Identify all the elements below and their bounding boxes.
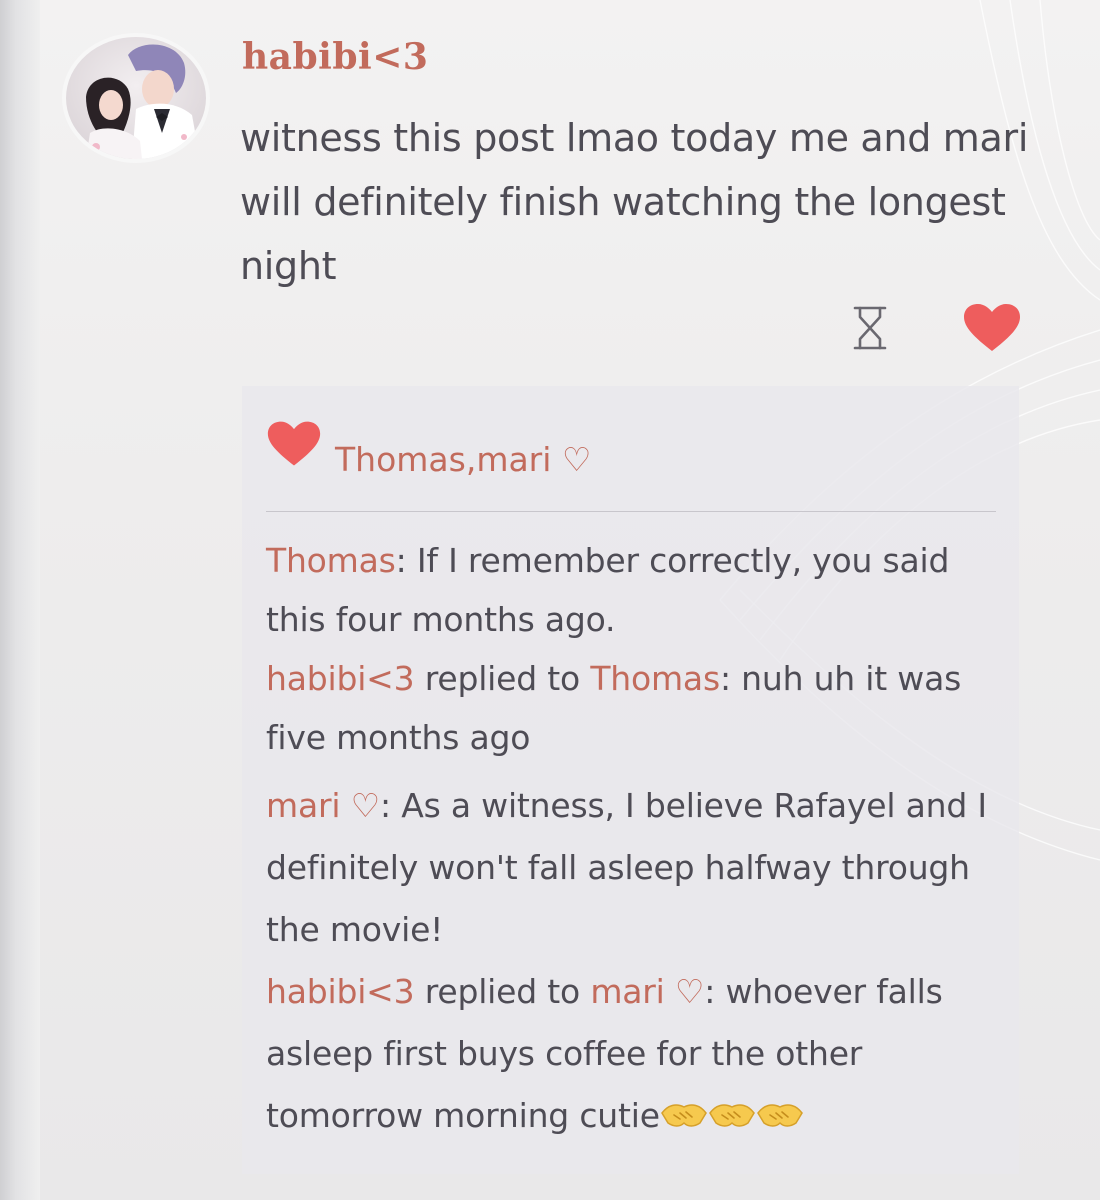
author-avatar[interactable]: [66, 37, 206, 159]
reply-target[interactable]: Thomas: [590, 659, 720, 698]
comment-author[interactable]: habibi<3: [266, 659, 415, 698]
comment-author[interactable]: habibi<3: [266, 972, 415, 1011]
hourglass-icon[interactable]: [853, 305, 887, 351]
comment-separator: :: [379, 786, 402, 825]
reply-target[interactable]: mari ♡: [590, 972, 704, 1011]
handshake-icon: [756, 1104, 803, 1127]
comment-separator: :: [704, 972, 726, 1011]
comment-item[interactable]: Thomas: If I remember correctly, you sai…: [266, 531, 1006, 649]
reply-label: replied to: [414, 972, 591, 1011]
window-edge: [0, 0, 40, 1200]
reply-label: replied to: [414, 659, 591, 698]
comment-separator: :: [395, 541, 417, 580]
comment-author[interactable]: Thomas: [266, 541, 396, 580]
likes-names[interactable]: Thomas,mari ♡: [335, 440, 592, 480]
handshake-icon: [660, 1104, 707, 1127]
comment-item[interactable]: habibi<3 replied to mari ♡: whoever fall…: [266, 961, 1006, 1147]
comment-item[interactable]: habibi<3 replied to Thomas: nuh uh it wa…: [266, 649, 1006, 767]
post-text: witness this post lmao today me and mari…: [240, 116, 1029, 288]
comment-separator: :: [719, 659, 742, 698]
comment-author[interactable]: mari ♡: [266, 786, 380, 825]
comment-item[interactable]: mari ♡: As a witness, I believe Rafayel …: [266, 775, 1006, 961]
comments-panel: Thomas,mari ♡ Thomas: If I remember corr…: [242, 386, 1019, 1174]
heart-icon[interactable]: [962, 303, 1022, 353]
handshake-icon: [708, 1104, 755, 1127]
heart-icon: [267, 421, 321, 466]
divider: [266, 511, 996, 512]
emoji-group: [660, 1096, 804, 1135]
comments-list: Thomas: If I remember correctly, you sai…: [266, 531, 1006, 1147]
post-author[interactable]: habibi<3: [242, 36, 428, 78]
